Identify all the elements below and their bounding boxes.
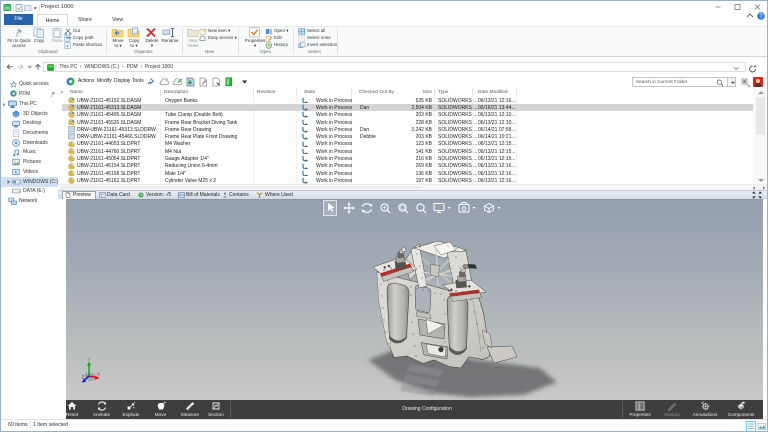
svg-text:Y: Y: [87, 357, 90, 362]
svg-text:Z: Z: [82, 375, 85, 380]
svg-text:X: X: [97, 372, 100, 377]
